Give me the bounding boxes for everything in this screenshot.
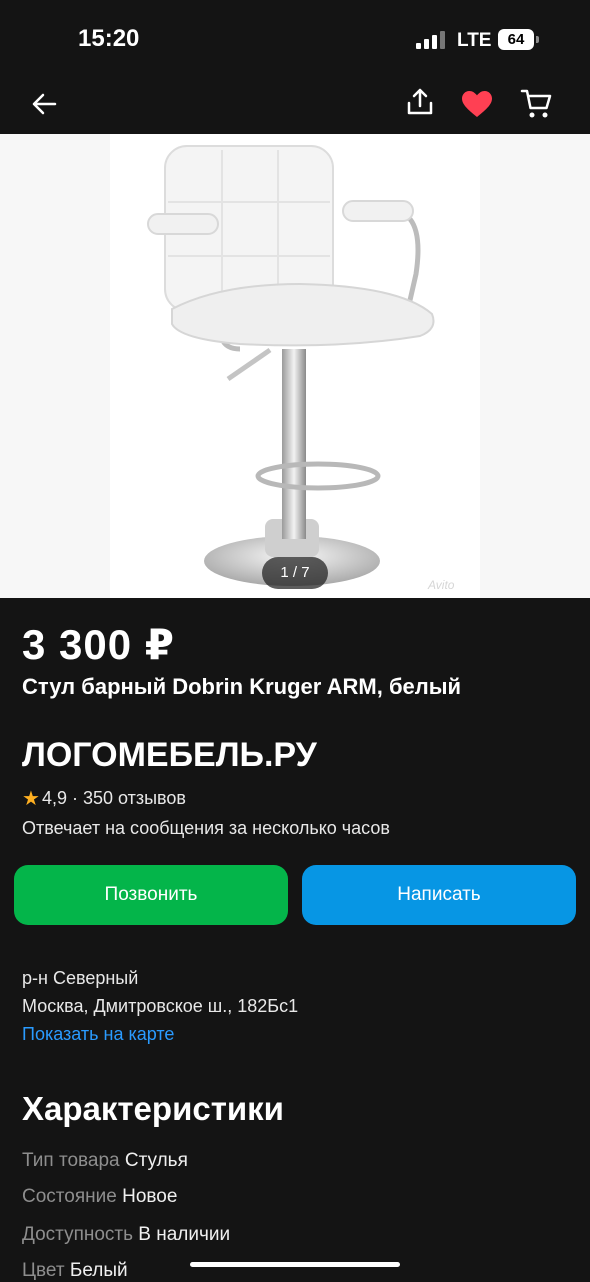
show-on-map-link[interactable]: Показать на карте: [22, 1024, 174, 1045]
network-type: LTE: [457, 30, 492, 51]
rating-value: 4,9: [41, 788, 67, 808]
photo-counter: 1 / 7: [262, 557, 328, 589]
listing-title: Стул барный Dobrin Kruger ARM, белый: [22, 674, 462, 699]
seller-name[interactable]: ЛОГОМЕБЕЛЬ.РУ: [22, 736, 317, 775]
top-bar: [0, 80, 590, 134]
home-indicator[interactable]: [190, 1262, 400, 1267]
reviews-count: · 350 отзывов: [71, 788, 186, 808]
product-photo[interactable]: 1 / 7 Avito: [0, 134, 590, 598]
avito-watermark: Avito: [428, 578, 455, 592]
spec-row: Доступность В наличии: [22, 1224, 230, 1246]
spec-row: Состояние Новое: [22, 1186, 177, 1208]
spec-row: Цвет Белый: [22, 1260, 128, 1282]
status-bar: 15:20 LTE 64: [0, 0, 590, 80]
spec-value: В наличии: [138, 1224, 231, 1245]
spec-key: Доступность: [22, 1224, 134, 1245]
back-arrow-icon[interactable]: [24, 84, 64, 124]
heart-icon[interactable]: [457, 84, 497, 124]
characteristics-title: Характеристики: [22, 1090, 284, 1127]
spec-value: Новое: [122, 1186, 178, 1207]
battery-icon: 64: [498, 29, 534, 50]
seller-rating[interactable]: ★ 4,9 · 350 отзывов: [22, 786, 186, 811]
cart-icon[interactable]: [516, 84, 556, 124]
address: Москва, Дмитровское ш., 182Бс1: [22, 996, 299, 1016]
share-icon[interactable]: [400, 82, 440, 122]
star-icon: ★: [22, 788, 40, 810]
price: 3 300 ₽: [22, 621, 175, 668]
spec-key: Тип товара: [22, 1150, 120, 1171]
district: р-н Северный: [22, 968, 139, 988]
battery-tip: [536, 36, 539, 43]
spec-row: Тип товара Стулья: [22, 1150, 188, 1172]
call-button[interactable]: Позвонить: [14, 865, 288, 925]
write-button[interactable]: Написать: [302, 865, 576, 925]
spec-value: Стулья: [124, 1150, 188, 1171]
signal-icon: [416, 31, 445, 49]
bar-chair-image: [0, 134, 590, 598]
spec-value: Белый: [69, 1260, 128, 1281]
spec-key: Состояние: [22, 1186, 117, 1207]
spec-key: Цвет: [22, 1260, 65, 1281]
response-time: Отвечает на сообщения за несколько часов: [22, 818, 390, 838]
status-time: 15:20: [78, 25, 140, 52]
